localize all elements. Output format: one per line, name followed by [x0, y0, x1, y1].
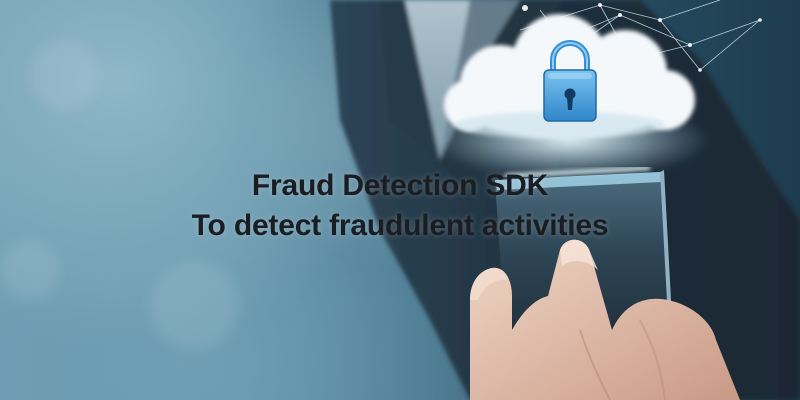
headline-title: Fraud Detection SDK [251, 169, 549, 202]
hero-banner: Fraud Detection SDK To detect fraudulent… [0, 0, 800, 400]
headline-subtitle: To detect fraudulent activities [191, 209, 609, 242]
